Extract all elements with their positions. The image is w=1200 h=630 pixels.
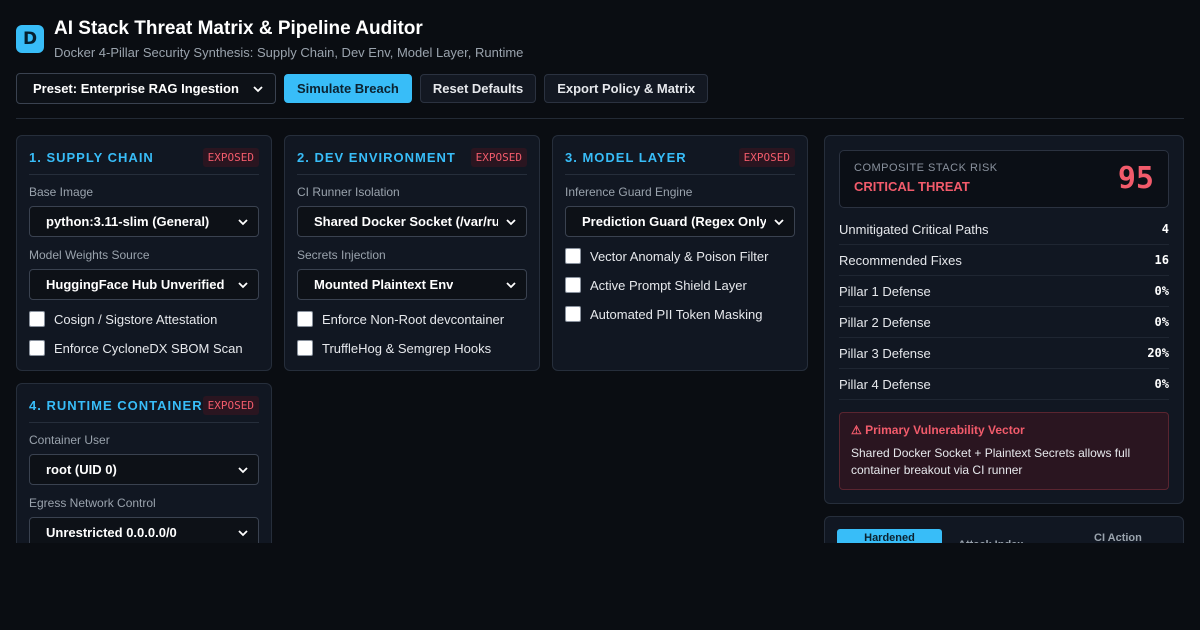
metric-value: 0% <box>1154 315 1169 329</box>
metric-row: Pillar 2 Defense 0% <box>839 307 1169 338</box>
page-background <box>0 543 1200 630</box>
vulnerability-title: ⚠ Primary Vulnerability Vector <box>851 423 1025 437</box>
panel-title: 4. RUNTIME CONTAINER <box>29 398 203 413</box>
metric-label: Pillar 2 Defense <box>839 314 931 330</box>
metric-row: Pillar 3 Defense 20% <box>839 338 1169 369</box>
chevron-down-icon <box>238 466 248 473</box>
egress-control-label: Egress Network Control <box>29 496 156 510</box>
runner-isolation-select[interactable]: Shared Docker Socket (/var/run/docker.so… <box>297 206 527 237</box>
base-image-select[interactable]: python:3.11-slim (General) <box>29 206 259 237</box>
dev-environment-panel: 2. DEV ENVIRONMENT EXPOSED CI Runner Iso… <box>284 135 540 371</box>
model-layer-panel: 3. MODEL LAYER EXPOSED Inference Guard E… <box>552 135 808 371</box>
non-root-checkbox-row[interactable]: Enforce Non-Root devcontainer <box>297 311 527 327</box>
vector-anomaly-checkbox[interactable] <box>565 248 581 264</box>
panel-title: 3. MODEL LAYER <box>565 150 687 165</box>
container-user-label: Container User <box>29 433 110 447</box>
preset-select[interactable]: Preset: Enterprise RAG Ingestion <box>16 73 276 104</box>
metric-label: Pillar 3 Defense <box>839 345 931 361</box>
composite-risk-card: COMPOSITE STACK RISK CRITICAL THREAT 95 <box>839 150 1169 208</box>
checkbox-label: Vector Anomaly & Poison Filter <box>590 248 769 264</box>
checkbox-label: Cosign / Sigstore Attestation <box>54 311 218 327</box>
sbom-checkbox[interactable] <box>29 340 45 356</box>
risk-label: COMPOSITE STACK RISK <box>854 162 998 174</box>
trufflehog-checkbox[interactable] <box>297 340 313 356</box>
vulnerability-text: Shared Docker Socket + Plaintext Secrets… <box>851 446 1131 477</box>
metric-label: Recommended Fixes <box>839 252 962 268</box>
checkbox-label: TruffleHog & Semgrep Hooks <box>322 340 492 356</box>
metric-value: 4 <box>1161 222 1169 236</box>
secrets-injection-value: Mounted Plaintext Env <box>314 277 454 292</box>
checkbox-label: Enforce CycloneDX SBOM Scan <box>54 340 243 356</box>
secrets-injection-select[interactable]: Mounted Plaintext Env <box>297 269 527 300</box>
metric-row: Recommended Fixes 16 <box>839 245 1169 276</box>
checkbox-label: Enforce Non-Root devcontainer <box>322 311 505 327</box>
secrets-injection-label: Secrets Injection <box>297 248 386 262</box>
chevron-down-icon <box>506 218 516 225</box>
chevron-down-icon <box>774 218 784 225</box>
base-image-label: Base Image <box>29 185 94 199</box>
base-image-value: python:3.11-slim (General) <box>46 214 210 229</box>
metric-label: Unmitigated Critical Paths <box>839 221 989 237</box>
panel-title: 1. SUPPLY CHAIN <box>29 150 154 165</box>
metric-value: 0% <box>1154 284 1169 298</box>
header-divider <box>16 118 1184 119</box>
status-badge: EXPOSED <box>202 148 259 167</box>
chevron-down-icon <box>253 85 263 92</box>
status-badge: EXPOSED <box>202 396 259 415</box>
inference-guard-select[interactable]: Prediction Guard (Regex Only) <box>565 206 795 237</box>
status-badge: EXPOSED <box>738 148 795 167</box>
runner-isolation-label: CI Runner Isolation <box>297 185 400 199</box>
docker-logo-icon: D <box>16 25 44 53</box>
chevron-down-icon <box>238 218 248 225</box>
metric-label: Pillar 1 Defense <box>839 283 931 299</box>
runner-isolation-value: Shared Docker Socket (/var/run/docker.so… <box>314 214 498 229</box>
weights-source-label: Model Weights Source <box>29 248 150 262</box>
egress-control-value: Unrestricted 0.0.0.0/0 <box>46 525 177 540</box>
trufflehog-checkbox-row[interactable]: TruffleHog & Semgrep Hooks <box>297 340 527 356</box>
sbom-checkbox-row[interactable]: Enforce CycloneDX SBOM Scan <box>29 340 259 356</box>
primary-vulnerability-alert: ⚠ Primary Vulnerability Vector Shared Do… <box>839 412 1169 490</box>
export-policy-button[interactable]: Export Policy & Matrix <box>544 74 709 103</box>
cosign-checkbox[interactable] <box>29 311 45 327</box>
metric-row: Pillar 4 Defense 0% <box>839 369 1169 400</box>
toolbar: Preset: Enterprise RAG Ingestion Simulat… <box>16 73 709 104</box>
vector-anomaly-checkbox-row[interactable]: Vector Anomaly & Poison Filter <box>565 248 795 264</box>
inference-guard-label: Inference Guard Engine <box>565 185 693 199</box>
cosign-checkbox-row[interactable]: Cosign / Sigstore Attestation <box>29 311 259 327</box>
metric-value: 16 <box>1154 253 1169 267</box>
risk-score: 95 <box>1117 161 1154 196</box>
metric-row: Unmitigated Critical Paths 4 <box>839 214 1169 245</box>
metric-row: Pillar 1 Defense 0% <box>839 276 1169 307</box>
metric-label: Pillar 4 Defense <box>839 376 931 392</box>
metric-value: 20% <box>1147 346 1169 360</box>
supply-chain-panel: 1. SUPPLY CHAIN EXPOSED Base Image pytho… <box>16 135 272 371</box>
page-title: AI Stack Threat Matrix & Pipeline Audito… <box>54 18 423 39</box>
checkbox-label: Automated PII Token Masking <box>590 306 763 322</box>
container-user-select[interactable]: root (UID 0) <box>29 454 259 485</box>
weights-source-select[interactable]: HuggingFace Hub Unverified <box>29 269 259 300</box>
metric-value: 0% <box>1154 377 1169 391</box>
checkbox-label: Active Prompt Shield Layer <box>590 277 747 293</box>
panel-title: 2. DEV ENVIRONMENT <box>297 150 456 165</box>
simulate-breach-button[interactable]: Simulate Breach <box>284 74 412 103</box>
chevron-down-icon <box>238 529 248 536</box>
prompt-shield-checkbox-row[interactable]: Active Prompt Shield Layer <box>565 277 795 293</box>
preset-select-value: Preset: Enterprise RAG Ingestion <box>33 81 239 96</box>
non-root-checkbox[interactable] <box>297 311 313 327</box>
pii-masking-checkbox-row[interactable]: Automated PII Token Masking <box>565 306 795 322</box>
reset-defaults-button[interactable]: Reset Defaults <box>419 74 537 103</box>
container-user-value: root (UID 0) <box>46 462 117 477</box>
chevron-down-icon <box>506 281 516 288</box>
app-header: D AI Stack Threat Matrix & Pipeline Audi… <box>16 18 523 60</box>
pii-masking-checkbox[interactable] <box>565 306 581 322</box>
page-subtitle: Docker 4-Pillar Security Synthesis: Supp… <box>54 45 524 60</box>
prompt-shield-checkbox[interactable] <box>565 277 581 293</box>
risk-summary-panel: COMPOSITE STACK RISK CRITICAL THREAT 95 … <box>824 135 1184 504</box>
inference-guard-value: Prediction Guard (Regex Only) <box>582 214 766 229</box>
risk-status: CRITICAL THREAT <box>854 179 970 194</box>
weights-source-value: HuggingFace Hub Unverified <box>46 277 225 292</box>
chevron-down-icon <box>238 281 248 288</box>
status-badge: EXPOSED <box>470 148 527 167</box>
